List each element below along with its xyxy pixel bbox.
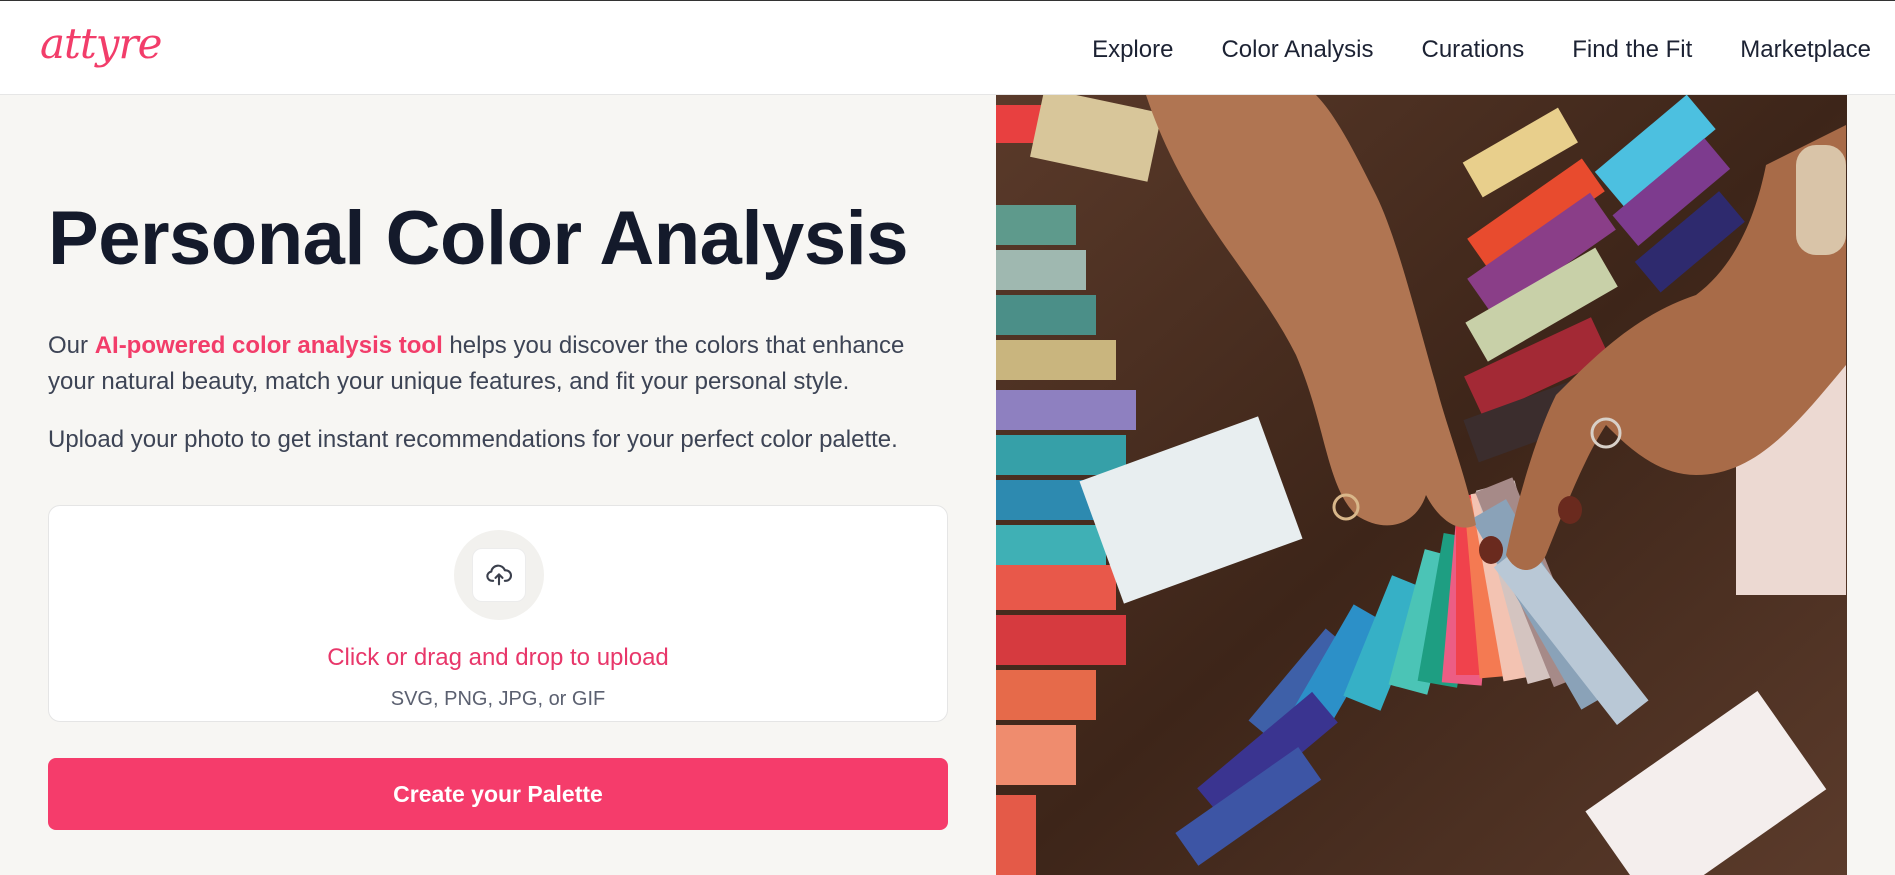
nav-item-explore[interactable]: Explore [1092,36,1173,64]
cloud-upload-icon [486,564,512,586]
nav-item-marketplace[interactable]: Marketplace [1740,36,1871,64]
upload-formats: SVG, PNG, JPG, or GIF [390,688,606,710]
upload-dropzone[interactable]: Click or drag and drop to upload SVG, PN… [48,505,948,722]
create-palette-button[interactable]: Create your Palette [48,758,948,830]
intro-text-start: Our [48,332,95,359]
upload-icon-circle [454,530,544,620]
brand-logo[interactable]: attyre [40,19,162,68]
nav-item-color-analysis[interactable]: Color Analysis [1221,36,1373,64]
nav-item-find-the-fit[interactable]: Find the Fit [1572,36,1692,64]
color-swatch-photo [996,95,1847,875]
page-right-margin [1847,95,1895,875]
nav-item-curations[interactable]: Curations [1422,36,1525,64]
main-nav: Explore Color Analysis Curations Find th… [1092,36,1871,64]
intro-paragraph: Our AI-powered color analysis tool helps… [48,328,948,400]
upload-icon-box [472,548,526,602]
site-header: attyre Explore Color Analysis Curations … [0,0,1895,95]
hero-image [996,95,1847,875]
upload-label[interactable]: Click or drag and drop to upload [49,644,947,672]
intro-highlight-link[interactable]: AI-powered color analysis tool [95,332,443,359]
upload-instructions: Upload your photo to get instant recomme… [48,426,898,453]
page-title: Personal Color Analysis [48,196,908,281]
